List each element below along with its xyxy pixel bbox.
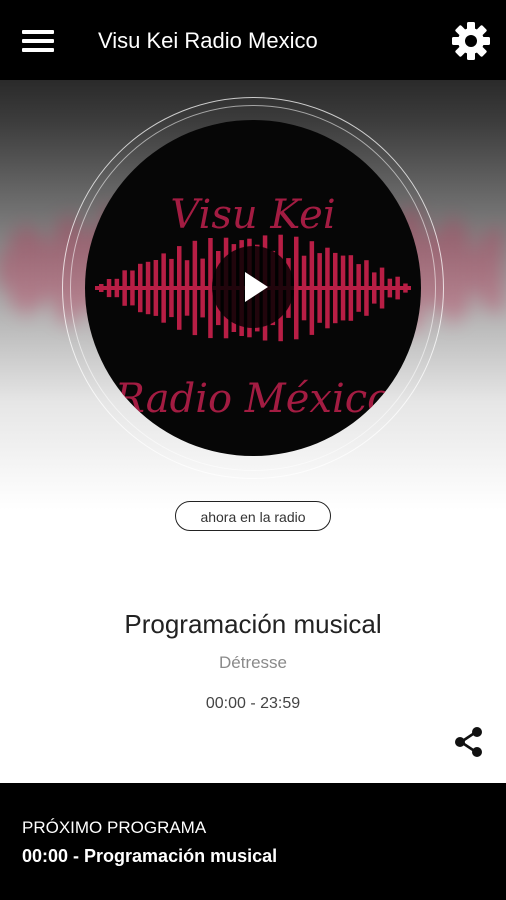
hamburger-line [22,39,54,43]
gear-icon [452,22,490,60]
settings-button[interactable] [449,19,493,63]
program-title: Programación musical [124,609,382,639]
app-title: Visu Kei Radio Mexico [98,28,318,53]
share-button[interactable] [452,725,486,759]
share-icon [455,727,482,757]
logo-line2: Radio México [114,376,392,422]
next-program-bar[interactable] [0,783,506,900]
play-icon [245,272,268,302]
next-program-title: 00:00 - Programación musical [22,846,278,866]
hamburger-menu-icon [22,30,54,34]
play-button[interactable] [212,246,294,328]
hamburger-line [22,48,54,52]
menu-button[interactable] [22,28,56,54]
logo-line1: Visu Kei [170,192,335,238]
program-schedule: 00:00 - 23:59 [205,695,301,712]
next-program-label: PRÓXIMO PROGRAMA [22,818,207,837]
app-bar: Visu Kei Radio Mexico [0,0,506,80]
now-on-air-button[interactable]: ahora en la radio [175,501,331,531]
program-artist: Détresse [218,653,288,672]
